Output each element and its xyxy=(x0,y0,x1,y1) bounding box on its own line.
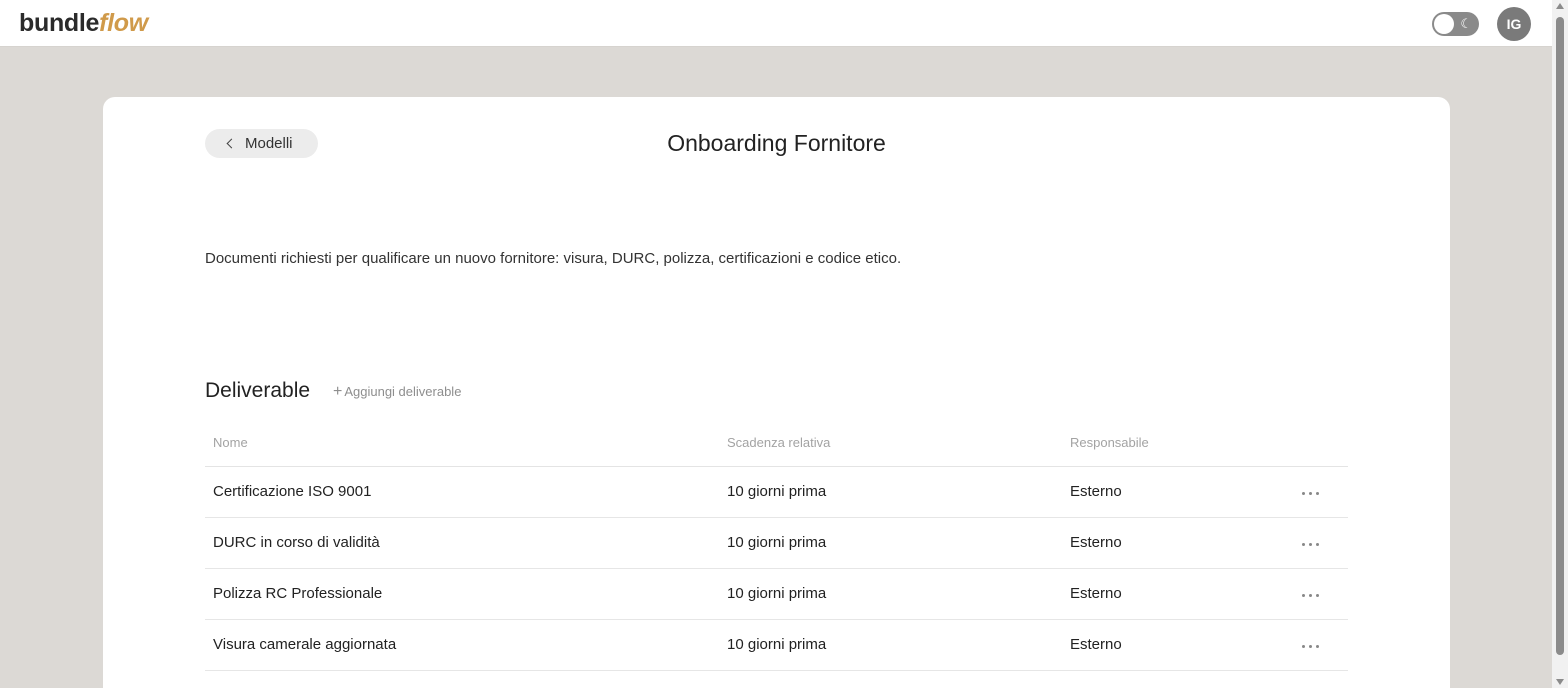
plus-icon: + xyxy=(333,383,343,400)
table-row[interactable]: Visura camerale aggiornata 10 giorni pri… xyxy=(205,620,1348,671)
deliverable-name: Polizza RC Professionale xyxy=(213,585,383,602)
moon-icon: ☾ xyxy=(1460,16,1472,31)
deliverable-owner: Esterno xyxy=(1070,483,1122,500)
deliverable-deadline: 10 giorni prima xyxy=(727,585,827,602)
add-deliverable-label: Aggiungi deliverable xyxy=(344,384,462,399)
deliverable-deadline: 10 giorni prima xyxy=(727,534,827,551)
deliverable-name: Certificazione ISO 9001 xyxy=(213,483,372,500)
template-card: Modelli Onboarding Fornitore Documenti r… xyxy=(103,97,1450,688)
logo-text-bundle: bundle xyxy=(19,9,100,37)
scrollbar-thumb[interactable] xyxy=(1556,17,1564,655)
more-options-icon[interactable] xyxy=(1302,645,1322,649)
table-row[interactable]: Certificazione ISO 9001 10 giorni prima … xyxy=(205,467,1348,518)
user-avatar[interactable]: IG xyxy=(1497,7,1531,41)
deliverable-deadline: 10 giorni prima xyxy=(727,636,827,653)
toggle-knob xyxy=(1434,14,1454,34)
table-row[interactable]: Polizza RC Professionale 10 giorni prima… xyxy=(205,569,1348,620)
more-options-icon[interactable] xyxy=(1302,543,1322,547)
deliverables-table: Nome Scadenza relativa Responsabile Cert… xyxy=(205,430,1348,671)
more-options-icon[interactable] xyxy=(1302,492,1322,496)
deliverable-name: Visura camerale aggiornata xyxy=(213,636,397,653)
logo-text-flow: flow xyxy=(99,9,148,37)
column-header-deadline: Scadenza relativa xyxy=(727,435,831,450)
table-header: Nome Scadenza relativa Responsabile xyxy=(205,430,1348,467)
table-row[interactable]: DURC in corso di validità 10 giorni prim… xyxy=(205,518,1348,569)
top-bar: bundleflow ☾ IG xyxy=(0,0,1552,47)
page-title: Onboarding Fornitore xyxy=(667,130,886,156)
deliverable-owner: Esterno xyxy=(1070,636,1122,653)
deliverable-owner: Esterno xyxy=(1070,585,1122,602)
template-description: Documenti richiesti per qualificare un n… xyxy=(205,250,902,267)
add-deliverable-button[interactable]: + Aggiungi deliverable xyxy=(333,383,461,400)
deliverable-name: DURC in corso di validità xyxy=(213,534,380,551)
theme-toggle[interactable]: ☾ xyxy=(1432,12,1479,36)
app-logo[interactable]: bundleflow xyxy=(19,8,148,38)
deliverable-owner: Esterno xyxy=(1070,534,1122,551)
deliverable-deadline: 10 giorni prima xyxy=(727,483,827,500)
deliverables-section-title: Deliverable xyxy=(205,379,311,402)
column-header-owner: Responsabile xyxy=(1070,435,1149,450)
scroll-up-arrow-icon[interactable] xyxy=(1556,3,1564,9)
column-header-name: Nome xyxy=(213,435,248,450)
more-options-icon[interactable] xyxy=(1302,594,1322,598)
vertical-scrollbar[interactable] xyxy=(1552,0,1568,688)
scroll-down-arrow-icon[interactable] xyxy=(1556,679,1564,685)
